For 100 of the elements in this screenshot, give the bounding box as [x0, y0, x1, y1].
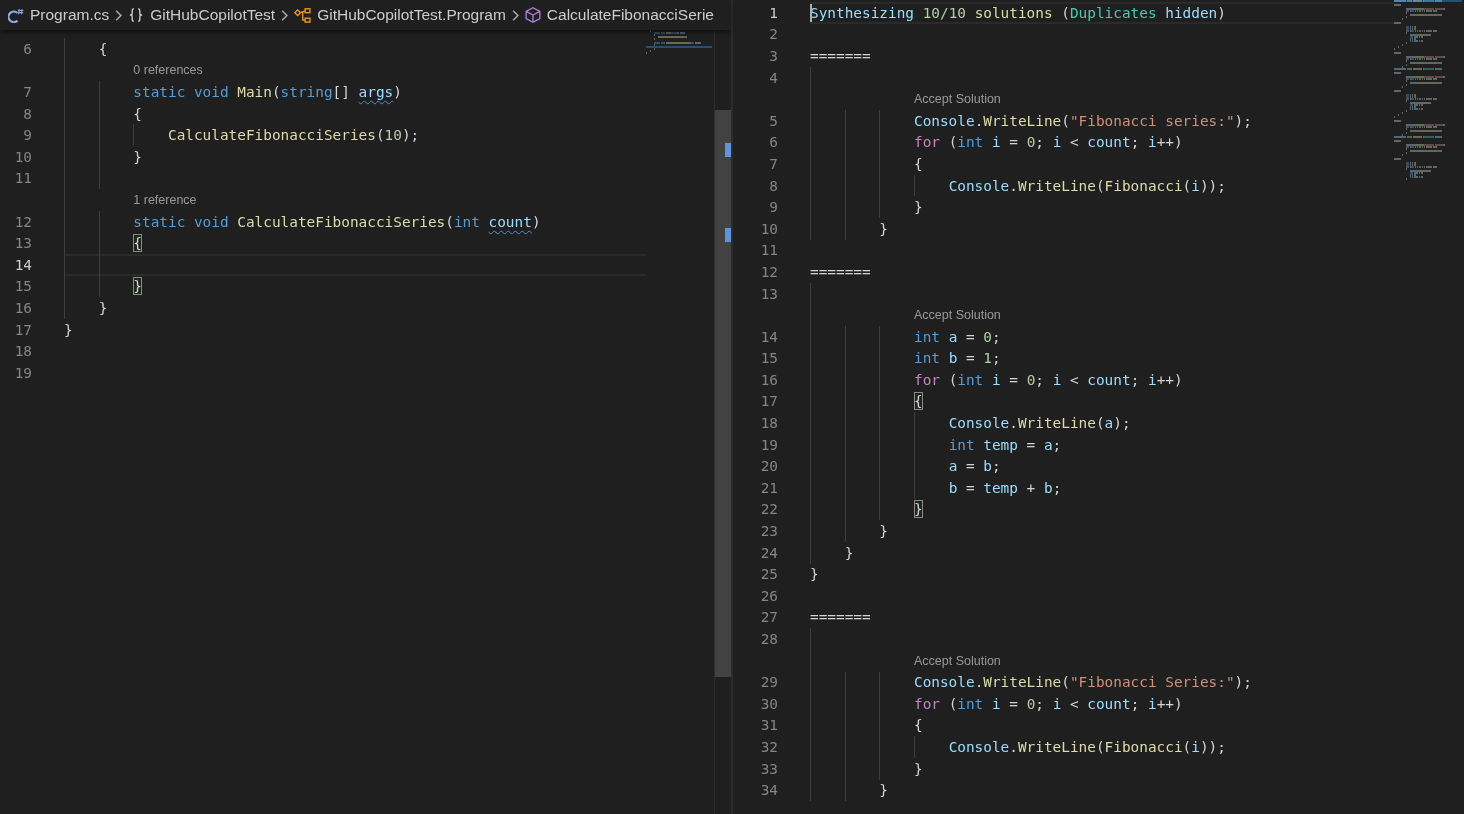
codelens-link[interactable]: 1 reference — [133, 192, 197, 207]
line-number: 8 — [769, 177, 778, 194]
line-number: 19 — [760, 436, 778, 453]
line-number: 34 — [760, 782, 778, 799]
line-number: 5 — [769, 112, 778, 129]
code-line: for (int i = 0; i < count; i++) — [913, 371, 1183, 388]
code-line: b = temp + b; — [948, 479, 1062, 496]
code-line: for (int i = 0; i < count; i++) — [913, 695, 1183, 712]
code-line: ======= — [810, 263, 871, 280]
line-number: 19 — [14, 364, 32, 381]
c-sharp-icon — [8, 7, 24, 23]
line-number: 14 — [14, 256, 32, 273]
code-line: } — [879, 782, 888, 799]
hierarchy-icon — [294, 7, 312, 23]
line-number: 3 — [769, 48, 778, 64]
code-line: Console.WriteLine("Fibonacci series:"); — [913, 112, 1252, 129]
line-number: 16 — [14, 299, 32, 316]
minimap-drawing[interactable] — [1394, 0, 1462, 180]
line-number: 26 — [760, 587, 778, 604]
code-line: } — [844, 544, 854, 561]
code-line: } — [98, 299, 108, 316]
code-line: } — [133, 148, 142, 165]
chevron-icon — [115, 9, 123, 21]
line-number: 1 — [769, 4, 778, 21]
line-number: 4 — [769, 69, 778, 86]
line-number: 9 — [23, 127, 32, 144]
line-number: 14 — [760, 328, 778, 345]
code-line: Console.WriteLine(Fibonacci(i)); — [948, 739, 1226, 755]
line-number: 28 — [760, 631, 778, 647]
code-line: ======= — [810, 48, 871, 64]
line-number: 6 — [769, 134, 778, 151]
code-line: Console.WriteLine(Fibonacci(i)); — [948, 177, 1226, 194]
codelens-link[interactable]: Accept Solution — [913, 92, 1001, 107]
code-line: ======= — [810, 609, 871, 626]
chevron-icon — [281, 9, 289, 21]
codelens-link[interactable]: 0 references — [133, 63, 203, 78]
line-number: 15 — [760, 350, 778, 367]
code-line: CalculateFibonacciSeries(10); — [167, 127, 420, 144]
breadcrumb-item[interactable]: CalculateFibonacciSerie — [524, 6, 714, 24]
code-line: { — [913, 717, 923, 734]
code-line: for (int i = 0; i < count; i++) — [913, 134, 1183, 151]
line-number: 11 — [14, 170, 32, 187]
line-number: 17 — [14, 321, 32, 338]
line-number: 20 — [760, 458, 778, 475]
line-number: 32 — [760, 739, 778, 755]
line-number: 10 — [14, 148, 32, 165]
line-number: 9 — [769, 199, 778, 216]
line-number: 17 — [760, 393, 778, 410]
line-number: 6 — [23, 40, 32, 57]
line-number: 18 — [14, 343, 32, 360]
line-number: 31 — [760, 717, 778, 734]
code-line: int temp = a; — [948, 436, 1062, 453]
code-line: Console.WriteLine("Fibonacci Series:"); — [913, 674, 1252, 691]
line-number: 12 — [14, 213, 32, 230]
line-number: 15 — [14, 278, 32, 295]
code-line: int a = 0; — [913, 328, 1001, 345]
line-number: 27 — [760, 609, 778, 626]
line-number: 7 — [769, 155, 778, 172]
braces-icon — [128, 8, 145, 22]
code-line: } — [64, 321, 73, 338]
line-number: 16 — [760, 371, 778, 388]
line-number: 23 — [760, 523, 778, 540]
breadcrumb-item[interactable]: GitHubCopilotTest — [128, 6, 276, 24]
chevron-icon — [511, 9, 519, 21]
line-number: 33 — [760, 760, 778, 777]
line-number: 12 — [760, 263, 778, 280]
line-number: 11 — [760, 242, 778, 259]
code-line: } — [913, 760, 923, 777]
breadcrumb-item[interactable]: GitHubCopilotTest.Program — [294, 6, 506, 24]
line-number: 30 — [760, 695, 778, 712]
code-line: { — [913, 155, 923, 172]
code-line: static void Main(string[] args) — [133, 84, 402, 100]
ruler-marker — [725, 143, 731, 157]
code-line: Console.WriteLine(a); — [948, 415, 1131, 432]
ruler-marker — [725, 228, 731, 242]
codelens-link[interactable]: Accept Solution — [913, 653, 1001, 668]
line-number: 8 — [23, 105, 32, 122]
code-line: { — [133, 105, 142, 122]
line-number: 21 — [760, 479, 778, 496]
code-line: a = b; — [948, 458, 1001, 475]
line-number: 25 — [760, 566, 778, 583]
codelens-link[interactable]: Accept Solution — [913, 308, 1001, 323]
breadcrumb-item[interactable]: Program.cs — [8, 6, 110, 24]
line-number: 13 — [760, 285, 778, 302]
cube-icon — [524, 7, 541, 23]
line-number: 24 — [760, 544, 778, 561]
line-number: 22 — [760, 501, 778, 518]
code-line: int b = 1; — [913, 350, 1001, 367]
line-number: 18 — [760, 415, 778, 432]
line-number: 10 — [760, 220, 778, 237]
line-number: 13 — [14, 235, 32, 252]
scrollbar-track[interactable] — [714, 30, 731, 814]
line-number: 7 — [23, 84, 32, 100]
scrollbar-thumb[interactable] — [715, 110, 731, 677]
line-number: 29 — [760, 674, 778, 691]
code-line: } — [810, 566, 819, 583]
code-line: } — [879, 523, 888, 540]
code-line: static void CalculateFibonacciSeries(int count) — [133, 213, 541, 230]
line-number: 2 — [769, 26, 778, 43]
code-line: Synthesizing 10/10 solutions (Duplicates hidden) — [810, 4, 1226, 21]
